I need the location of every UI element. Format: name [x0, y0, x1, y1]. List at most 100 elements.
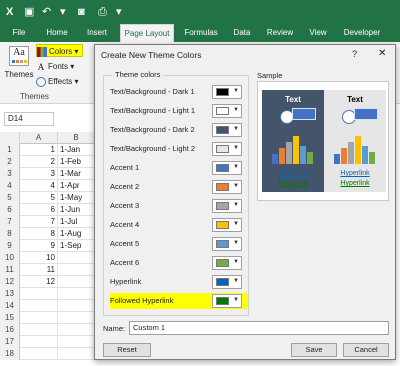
tab-review[interactable]: Review: [262, 24, 298, 42]
cell-a[interactable]: 11: [20, 264, 58, 276]
row-header[interactable]: 18: [0, 348, 20, 360]
cell-b[interactable]: [58, 300, 95, 312]
cell-a[interactable]: 9: [20, 240, 58, 252]
cell-a[interactable]: [20, 324, 58, 336]
cell-b[interactable]: 1-Apr: [58, 180, 95, 192]
save-icon[interactable]: ▣: [24, 5, 34, 19]
cell-a[interactable]: 4: [20, 180, 58, 192]
cell-a[interactable]: 12: [20, 276, 58, 288]
row-header[interactable]: 3: [0, 168, 20, 180]
select-all-corner[interactable]: [0, 132, 20, 144]
fonts-button[interactable]: A Fonts ▾: [36, 60, 75, 73]
cell-a[interactable]: 8: [20, 228, 58, 240]
cell-b[interactable]: [58, 336, 95, 348]
color-swatch: [216, 278, 229, 286]
row-header[interactable]: 5: [0, 192, 20, 204]
close-icon[interactable]: ✕: [378, 48, 386, 59]
cell-b[interactable]: [58, 324, 95, 336]
tab-formulas[interactable]: Formulas: [180, 24, 222, 42]
color-swatch: [216, 240, 229, 248]
row-header[interactable]: 16: [0, 324, 20, 336]
color-picker-button[interactable]: ▼: [212, 218, 242, 232]
cancel-button[interactable]: Cancel: [343, 343, 389, 357]
cell-b[interactable]: [58, 276, 95, 288]
cell-a[interactable]: 5: [20, 192, 58, 204]
color-picker-button[interactable]: ▼: [212, 104, 242, 118]
color-picker-button[interactable]: ▼: [212, 142, 242, 156]
cell-a[interactable]: 10: [20, 252, 58, 264]
row-header[interactable]: 17: [0, 336, 20, 348]
color-picker-button[interactable]: ▼: [212, 85, 242, 99]
effects-button[interactable]: Effects ▾: [36, 75, 79, 88]
color-picker-button[interactable]: ▼: [212, 199, 242, 213]
cell-a[interactable]: 6: [20, 204, 58, 216]
sample-label: Sample: [257, 71, 283, 80]
undo-icon[interactable]: ↶: [42, 5, 51, 19]
tab-insert[interactable]: Insert: [80, 24, 114, 42]
reset-button[interactable]: Reset: [103, 343, 151, 357]
row-header[interactable]: 6: [0, 204, 20, 216]
row-header[interactable]: 10: [0, 252, 20, 264]
cell-b[interactable]: [58, 288, 95, 300]
camera-icon[interactable]: ◙: [78, 5, 85, 19]
color-picker-button[interactable]: ▼: [212, 237, 242, 251]
row-header[interactable]: 14: [0, 300, 20, 312]
color-picker-button[interactable]: ▼: [212, 256, 242, 270]
tab-page-layout[interactable]: Page Layout: [120, 24, 174, 42]
cell-a[interactable]: [20, 288, 58, 300]
column-header-b[interactable]: B: [58, 132, 95, 144]
cell-b[interactable]: [58, 348, 95, 360]
cell-a[interactable]: [20, 312, 58, 324]
cell-b[interactable]: 1-Jan: [58, 144, 95, 156]
cell-a[interactable]: 1: [20, 144, 58, 156]
cell-a[interactable]: 3: [20, 168, 58, 180]
tab-developer[interactable]: Developer: [338, 24, 386, 42]
cell-a[interactable]: [20, 348, 58, 360]
tab-view[interactable]: View: [304, 24, 332, 42]
row-header[interactable]: 1: [0, 144, 20, 156]
name-box[interactable]: D14: [4, 112, 54, 126]
save-button[interactable]: Save: [291, 343, 337, 357]
color-picker-button[interactable]: ▼: [212, 294, 242, 308]
cell-b[interactable]: [58, 312, 95, 324]
redo-icon[interactable]: ▾: [60, 5, 66, 19]
help-icon[interactable]: ?: [352, 49, 357, 59]
row-header[interactable]: 4: [0, 180, 20, 192]
theme-name-input[interactable]: Custom 1: [129, 321, 389, 335]
tab-file[interactable]: File: [6, 24, 32, 42]
cell-b[interactable]: 1-Feb: [58, 156, 95, 168]
cell-a[interactable]: 2: [20, 156, 58, 168]
cell-b[interactable]: 1-Sep: [58, 240, 95, 252]
colors-button[interactable]: Colors ▾: [36, 44, 84, 57]
row-header[interactable]: 11: [0, 264, 20, 276]
row-header[interactable]: 8: [0, 228, 20, 240]
themes-button[interactable]: Aa Themes: [4, 46, 34, 90]
color-picker-button[interactable]: ▼: [212, 161, 242, 175]
cell-a[interactable]: [20, 300, 58, 312]
row-header[interactable]: 2: [0, 156, 20, 168]
cell-b[interactable]: 1-Jun: [58, 204, 95, 216]
cell-b[interactable]: 1-Aug: [58, 228, 95, 240]
cell-b[interactable]: 1-Mar: [58, 168, 95, 180]
cell-b[interactable]: [58, 252, 95, 264]
cell-b[interactable]: 1-Jul: [58, 216, 95, 228]
row-header[interactable]: 13: [0, 288, 20, 300]
print-icon[interactable]: ⎙: [98, 5, 107, 19]
column-header-a[interactable]: A: [20, 132, 58, 144]
color-picker-button[interactable]: ▼: [212, 123, 242, 137]
cell-a[interactable]: [20, 336, 58, 348]
row-header[interactable]: 9: [0, 240, 20, 252]
row-header[interactable]: 12: [0, 276, 20, 288]
chevron-down-icon: ▼: [233, 107, 239, 113]
cell-a[interactable]: 7: [20, 216, 58, 228]
tab-data[interactable]: Data: [228, 24, 256, 42]
color-picker-button[interactable]: ▼: [212, 180, 242, 194]
tab-home[interactable]: Home: [40, 24, 74, 42]
row-header[interactable]: 7: [0, 216, 20, 228]
customize-icon[interactable]: ▾: [116, 5, 122, 19]
cell-b[interactable]: 1-May: [58, 192, 95, 204]
chevron-down-icon: ▼: [233, 126, 239, 132]
row-header[interactable]: 15: [0, 312, 20, 324]
cell-b[interactable]: [58, 264, 95, 276]
color-picker-button[interactable]: ▼: [212, 275, 242, 289]
